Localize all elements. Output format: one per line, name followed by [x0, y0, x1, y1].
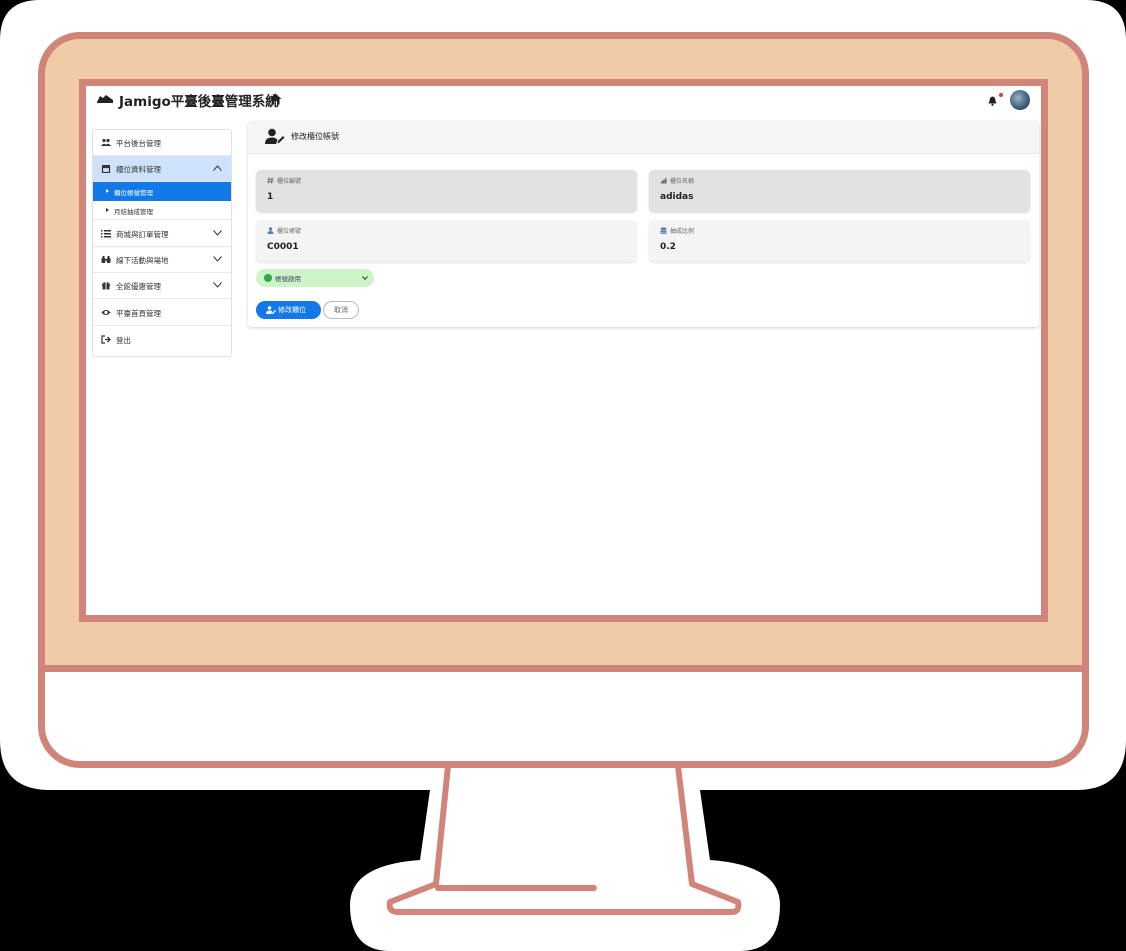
app-screen: Jamigo平臺後臺管理系統 平台後台管理 櫃位資料管理 櫃位帳號管理 月結抽成…: [86, 86, 1041, 615]
sidebar-item-storewide-discounts[interactable]: 全館優惠管理: [93, 273, 231, 299]
list-icon: [101, 230, 111, 238]
button-label: 取消: [334, 307, 348, 314]
top-header: Jamigo平臺後臺管理系統: [86, 86, 1041, 116]
counter-id-field: 櫃位編號 1: [256, 170, 637, 212]
sidebar-item-label: 櫃位資料管理: [116, 165, 161, 174]
commission-rate-field[interactable]: 抽成比例 0.2: [649, 220, 1030, 262]
sidebar-item-label: 平臺首頁管理: [116, 309, 161, 318]
binoculars-icon: [101, 256, 111, 263]
sidebar-item-homepage-admin[interactable]: 平臺首頁管理: [93, 300, 231, 326]
sidebar-subitem-label: 月結抽成管理: [114, 208, 153, 216]
field-label: 櫃位名稱: [670, 178, 695, 185]
user-avatar[interactable]: [1010, 90, 1030, 110]
store-icon: [101, 165, 111, 173]
field-value: 1: [267, 192, 274, 202]
account-status-select[interactable]: 帳號啟用: [256, 269, 374, 287]
button-label: 修改櫃位: [278, 307, 306, 314]
user-icon: [267, 227, 274, 234]
counter-name-field: 櫃位名稱 adidas: [649, 170, 1030, 212]
chevron-down-icon: [213, 230, 222, 236]
sidebar-item-label: 登出: [116, 336, 131, 345]
sidebar-item-logout[interactable]: 登出: [93, 327, 231, 353]
chevron-down-icon: [213, 282, 222, 288]
chevron-down-icon: [213, 256, 222, 262]
sidebar-item-offline-events[interactable]: 線下活動與場地: [93, 247, 231, 273]
edit-counter-card: 修改櫃位帳號 櫃位編號 1 櫃位名稱 adidas 櫃位帳號 C0001 抽成比…: [248, 121, 1039, 327]
cancel-button[interactable]: 取消: [323, 301, 359, 319]
sidebar: 平台後台管理 櫃位資料管理 櫃位帳號管理 月結抽成管理 商城與訂單管理 線下活動…: [92, 129, 232, 357]
field-value[interactable]: 0.2: [660, 242, 676, 252]
field-value: adidas: [660, 192, 694, 202]
users-icon: [101, 138, 111, 146]
caret-right-icon: [106, 208, 109, 212]
sidebar-subitem-counter-accounts[interactable]: 櫃位帳號管理: [93, 182, 231, 201]
page-title: 修改櫃位帳號: [291, 132, 339, 141]
counter-account-field[interactable]: 櫃位帳號 C0001: [256, 220, 637, 262]
notification-dot: [999, 93, 1003, 97]
sidebar-item-label: 線下活動與場地: [116, 256, 169, 265]
user-edit-icon: [266, 306, 276, 314]
caret-right-icon: [106, 189, 109, 193]
card-header: 修改櫃位帳號: [248, 121, 1039, 154]
shoe-icon: [97, 95, 113, 103]
field-label: 抽成比例: [670, 228, 695, 235]
field-label: 櫃位帳號: [277, 228, 302, 235]
chevron-up-icon: [213, 165, 222, 171]
check-circle-icon: [264, 274, 272, 282]
user-edit-icon: [265, 128, 285, 144]
hash-icon: [267, 177, 274, 184]
field-label: 櫃位編號: [277, 178, 302, 185]
eye-icon: [101, 310, 111, 315]
home-icon[interactable]: [269, 93, 282, 105]
coins-icon: [660, 227, 667, 234]
sidebar-item-platform-admin[interactable]: 平台後台管理: [93, 130, 231, 156]
sidebar-item-shop-orders[interactable]: 商城與訂單管理: [93, 221, 231, 247]
bell-icon[interactable]: [988, 96, 997, 106]
gift-icon: [102, 281, 110, 290]
field-value[interactable]: C0001: [267, 242, 299, 252]
logout-icon: [101, 335, 111, 344]
status-select-value: 帳號啟用: [275, 275, 301, 283]
sidebar-item-label: 平台後台管理: [116, 139, 161, 148]
update-counter-button[interactable]: 修改櫃位: [256, 301, 321, 319]
brand-title[interactable]: Jamigo平臺後臺管理系統: [119, 90, 279, 110]
monitor-stand: [386, 764, 742, 915]
sidebar-item-label: 商城與訂單管理: [116, 230, 169, 239]
sidebar-subitem-label: 櫃位帳號管理: [114, 189, 153, 197]
brand-icon: [660, 177, 667, 184]
sidebar-item-counter-data[interactable]: 櫃位資料管理: [93, 156, 231, 182]
sidebar-item-label: 全館優惠管理: [116, 282, 161, 291]
sidebar-subitem-monthly-commission[interactable]: 月結抽成管理: [93, 201, 231, 220]
chevron-down-icon: [362, 276, 368, 280]
monitor-chin: [45, 665, 1082, 761]
